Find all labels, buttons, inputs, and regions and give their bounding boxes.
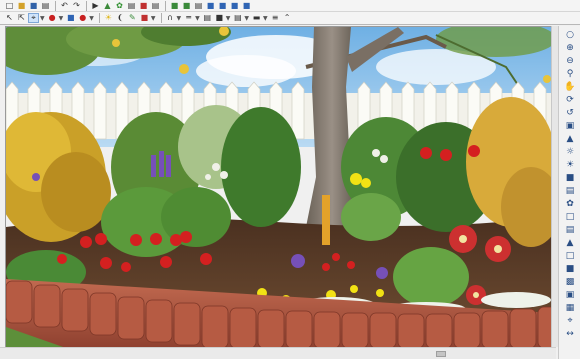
redo-icon[interactable]: ↷ — [71, 1, 82, 11]
new-file-icon[interactable]: □ — [4, 1, 15, 11]
chevron-down-icon[interactable]: ▼ — [263, 15, 268, 22]
render-icon[interactable]: ■ — [217, 1, 228, 11]
stairs-icon[interactable]: ▤ — [232, 13, 243, 23]
pointer-icon[interactable]: ▶ — [90, 1, 101, 11]
fill-icon[interactable]: ● — [77, 13, 88, 23]
distribute-icon[interactable]: ≡ — [270, 13, 281, 23]
canvas-divider — [551, 26, 558, 347]
chevron-down-icon[interactable]: ▼ — [226, 15, 231, 22]
snap-icon[interactable]: ⌖ — [562, 314, 578, 327]
layers-icon[interactable]: ▤ — [562, 184, 578, 197]
open-folder-icon[interactable]: ■ — [16, 1, 27, 11]
save-icon[interactable]: ■ — [28, 1, 39, 11]
side-view-icon[interactable]: ▤ — [562, 223, 578, 236]
zoom-extents-icon[interactable]: ○ — [562, 28, 578, 41]
sun-icon[interactable]: ☀ — [562, 158, 578, 171]
chevron-down-icon[interactable]: ▼ — [59, 15, 64, 22]
walkthrough-icon[interactable]: ■ — [229, 1, 240, 11]
view-toolbar: ○ ⊕ ⊖ ⚲ ✋ ⟳ ↺ ▣ ▲ ☼ ☀ ■ ▤ ✿ □ ▤ ▲ □ ■ ▩ … — [558, 26, 580, 359]
drawing-toolbar: ↖ ⇱ ⌖ ▼ ● ▼ ■ ● ▼ ☀ ❨ ✎ ■ ▼ ∩ ▼ ═ ▼ ▤ ■ … — [0, 12, 580, 25]
camera-icon[interactable]: ▣ — [562, 119, 578, 132]
measure-icon[interactable]: ↔ — [562, 327, 578, 340]
chevron-down-icon[interactable]: ▼ — [195, 15, 200, 22]
plant-icon[interactable]: ✿ — [114, 1, 125, 11]
help-icon[interactable]: ■ — [241, 1, 252, 11]
color-icon[interactable]: ■ — [138, 1, 149, 11]
target-icon[interactable]: ⌖ — [28, 13, 39, 23]
scrollbar-thumb[interactable] — [436, 351, 446, 357]
toolbar-separator — [160, 13, 162, 23]
wireframe-icon[interactable]: □ — [562, 249, 578, 262]
plant-view-icon[interactable]: ✿ — [562, 197, 578, 210]
align-icon[interactable]: ▬ — [251, 13, 262, 23]
print-icon[interactable]: ▤ — [40, 1, 51, 11]
fence-icon[interactable]: ▤ — [202, 13, 213, 23]
chevron-down-icon[interactable]: ▼ — [151, 15, 156, 22]
terrain-icon[interactable]: ▤ — [193, 1, 204, 11]
toolbar-separator — [55, 0, 56, 11]
toolbar-separator — [165, 0, 166, 11]
main-toolbar: □ ■ ■ ▤ ↶ ↷ ▶ ▲ ✿ ▤ ■ ▤ ■ ■ ▤ ■ ■ ■ ■ — [0, 0, 580, 12]
toolbar-separator — [86, 0, 87, 11]
undo-icon[interactable]: ↶ — [59, 1, 70, 11]
shadow-icon[interactable]: ■ — [562, 171, 578, 184]
block-icon[interactable]: ■ — [214, 13, 225, 23]
object-icon[interactable]: ▲ — [102, 1, 113, 11]
app-window: □ ■ ■ ▤ ↶ ↷ ▶ ▲ ✿ ▤ ■ ▤ ■ ■ ▤ ■ ■ ■ ■ ↖ … — [0, 0, 580, 359]
cloud — [196, 55, 296, 87]
chevron-down-icon[interactable]: ▼ — [89, 15, 94, 22]
path-icon[interactable]: ■ — [181, 1, 192, 11]
eyedropper-icon[interactable]: ❨ — [115, 13, 126, 23]
wall-tool-icon[interactable]: ═ — [183, 13, 194, 23]
render-icon[interactable]: ▣ — [562, 288, 578, 301]
grid-icon[interactable]: ▦ — [562, 301, 578, 314]
toolbar-separator — [98, 13, 100, 23]
shaded-icon[interactable]: ■ — [562, 262, 578, 275]
lightbulb-icon[interactable]: ☀ — [103, 13, 114, 23]
view-3d-icon[interactable]: ■ — [205, 1, 216, 11]
shapes-icon[interactable]: ■ — [65, 13, 76, 23]
perspective-icon[interactable]: ▲ — [562, 236, 578, 249]
bucket-icon[interactable]: ■ — [139, 13, 150, 23]
wall-icon[interactable]: ■ — [169, 1, 180, 11]
zoom-out-icon[interactable]: ⊖ — [562, 54, 578, 67]
orbit-icon[interactable]: ⟳ — [562, 93, 578, 106]
curve-icon[interactable]: ∩ — [165, 13, 176, 23]
text-icon[interactable]: ▤ — [126, 1, 137, 11]
chevron-down-icon[interactable]: ▼ — [177, 15, 182, 22]
chevron-down-icon[interactable]: ▼ — [40, 15, 45, 22]
select-box-icon[interactable]: ⇱ — [16, 13, 27, 23]
brush-icon[interactable]: ✎ — [127, 13, 138, 23]
layer-icon[interactable]: ▤ — [150, 1, 161, 11]
chevron-down-icon[interactable]: ▼ — [244, 15, 249, 22]
light-icon[interactable]: ☼ — [562, 145, 578, 158]
record-icon[interactable]: ● — [47, 13, 58, 23]
zoom-in-icon[interactable]: ⊕ — [562, 41, 578, 54]
textured-icon[interactable]: ▩ — [562, 275, 578, 288]
pan-icon[interactable]: ✋ — [562, 80, 578, 93]
garden-3d-view[interactable] — [5, 26, 551, 347]
zoom-window-icon[interactable]: ⚲ — [562, 67, 578, 80]
walk-icon[interactable]: ▲ — [562, 132, 578, 145]
horizontal-scrollbar[interactable] — [0, 347, 556, 359]
arrow-icon[interactable]: ↖ — [4, 13, 15, 23]
top-view-icon[interactable]: □ — [562, 210, 578, 223]
chevron-up-icon[interactable]: ⌃ — [282, 13, 293, 23]
garden-scene — [6, 27, 551, 347]
rotate-icon[interactable]: ↺ — [562, 106, 578, 119]
